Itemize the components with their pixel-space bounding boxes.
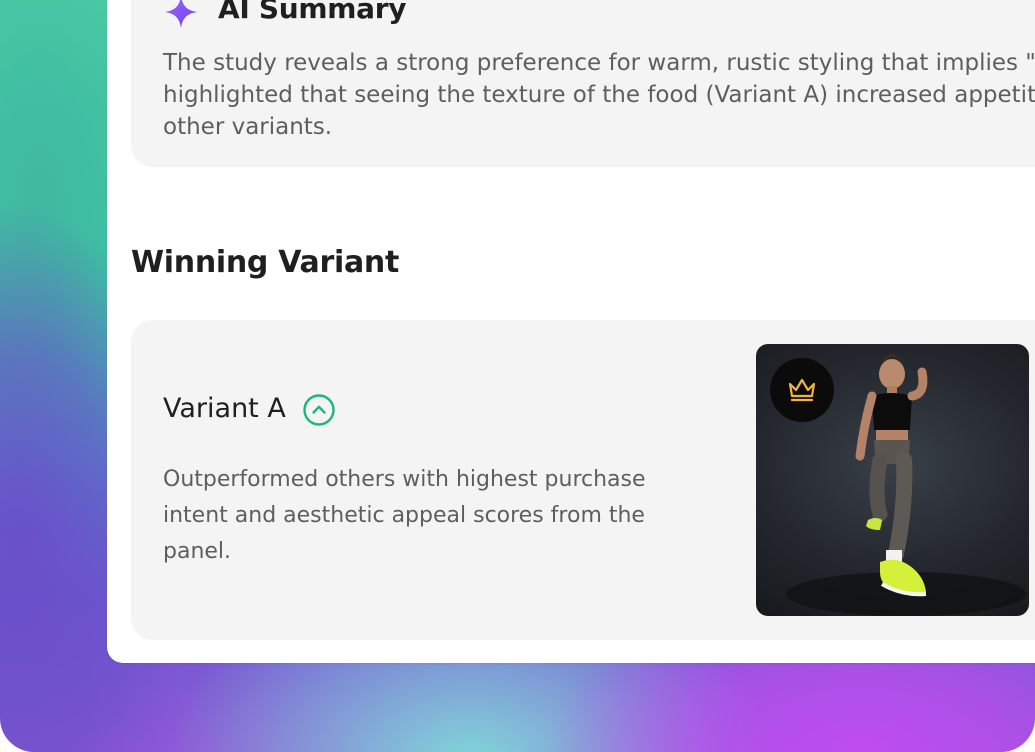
chevron-up-circle-icon[interactable] bbox=[302, 393, 336, 427]
summary-line: The study reveals a strong preference fo… bbox=[163, 50, 1035, 76]
winning-variant-heading: Winning Variant bbox=[131, 245, 399, 280]
variant-name: Variant A bbox=[163, 393, 286, 424]
ai-summary-title: AI Summary bbox=[218, 0, 407, 25]
summary-line: highlighted that seeing the texture of t… bbox=[163, 82, 1035, 108]
crown-icon bbox=[788, 378, 816, 402]
winner-badge bbox=[770, 358, 834, 422]
sparkle-icon bbox=[165, 0, 197, 28]
variant-description-line: intent and aesthetic appeal scores from … bbox=[163, 503, 645, 528]
variant-description: Outperformed others with highest purchas… bbox=[163, 462, 683, 570]
ai-summary-text: The study reveals a strong preference fo… bbox=[163, 47, 1035, 143]
variant-description-line: Outperformed others with highest purchas… bbox=[163, 467, 646, 492]
summary-line: other variants. bbox=[163, 114, 333, 140]
variant-description-line: panel. bbox=[163, 539, 232, 564]
